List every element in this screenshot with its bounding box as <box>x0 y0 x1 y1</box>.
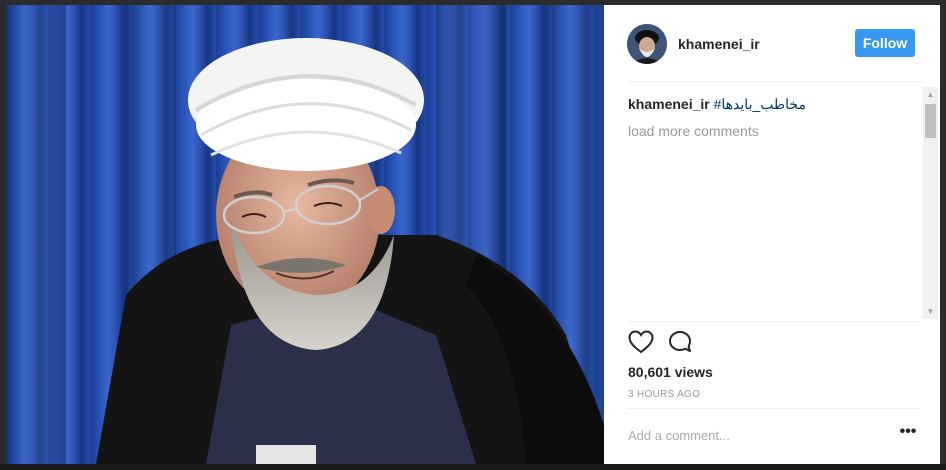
scroll-down-arrow-icon[interactable]: ▼ <box>923 304 938 319</box>
comments-scrollbar[interactable]: ▲ ▼ <box>923 87 938 319</box>
add-comment-input[interactable] <box>628 428 858 443</box>
background-strip <box>0 464 946 470</box>
heart-outline-icon[interactable] <box>628 330 654 359</box>
follow-button[interactable]: Follow <box>855 29 915 57</box>
load-more-comments-link[interactable]: load more comments <box>628 122 918 140</box>
post-timestamp[interactable]: 3 HOURS AGO <box>628 389 700 400</box>
post-photo-image <box>6 5 604 464</box>
actions-divider <box>628 321 918 322</box>
comments-section: khamenei_ir #مخاطب_بایدها load more comm… <box>628 95 918 317</box>
avatar[interactable] <box>627 24 667 64</box>
comment-divider <box>628 408 918 409</box>
caption-hashtag[interactable]: #مخاطب_بایدها <box>714 96 806 112</box>
post-caption: khamenei_ir #مخاطب_بایدها <box>628 95 918 113</box>
avatar-image <box>627 24 667 64</box>
speech-bubble-icon[interactable] <box>668 330 694 359</box>
post-header: khamenei_ir Follow <box>604 5 940 81</box>
post-username[interactable]: khamenei_ir <box>678 36 760 52</box>
instagram-post-modal: khamenei_ir Follow khamenei_ir #مخاطب_با… <box>0 0 946 470</box>
post-sidebar: khamenei_ir Follow khamenei_ir #مخاطب_با… <box>604 5 940 464</box>
scroll-up-arrow-icon[interactable]: ▲ <box>923 87 938 102</box>
ellipsis-icon[interactable]: ••• <box>896 424 920 444</box>
post-photo <box>6 5 604 464</box>
views-count: 80,601 views <box>628 364 713 380</box>
header-divider <box>628 81 918 82</box>
caption-author[interactable]: khamenei_ir <box>628 96 710 112</box>
scrollbar-thumb[interactable] <box>925 104 936 138</box>
